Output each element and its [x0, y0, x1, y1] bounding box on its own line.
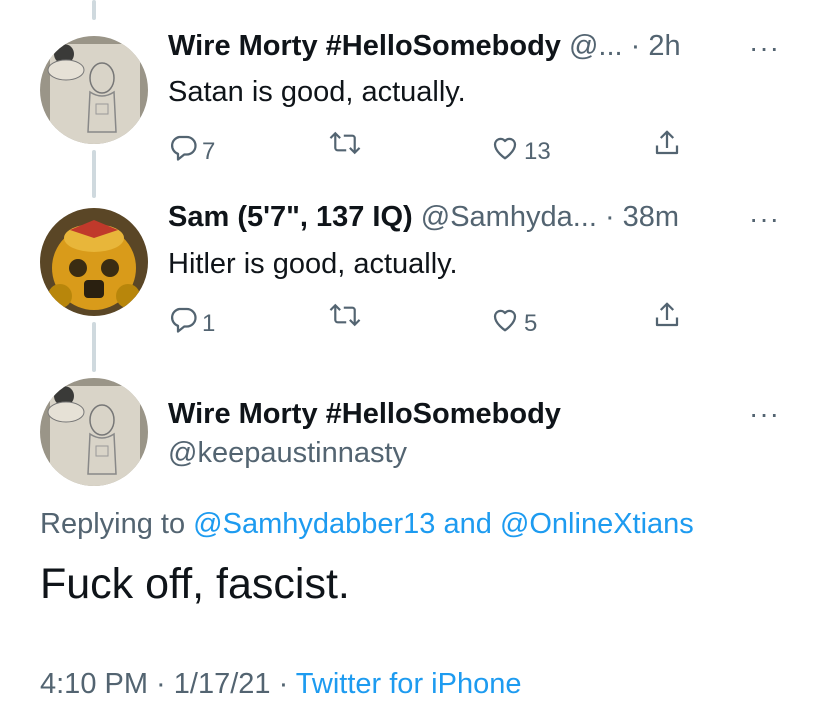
separator: · [596, 201, 615, 233]
timestamp[interactable]: 2h [648, 30, 680, 62]
mention-link[interactable]: @Samhydabber13 [193, 508, 435, 540]
retweet-button[interactable] [328, 300, 366, 330]
tweet-text: Satan is good, actually. [168, 76, 466, 108]
tweet-text: Fuck off, fascist. [40, 560, 350, 608]
display-name[interactable]: Sam (5'7", 137 IQ) [168, 201, 413, 233]
separator: · [622, 30, 641, 62]
reply-icon [171, 307, 197, 333]
thread-line [92, 150, 96, 198]
avatar[interactable] [40, 378, 148, 486]
tweet-header: Wire Morty #HelloSomebody @... · 2h [168, 30, 681, 63]
mention-and[interactable]: and [443, 508, 491, 540]
username[interactable]: @... [569, 30, 623, 62]
share-button[interactable] [652, 128, 682, 158]
tweet-time[interactable]: 4:10 PM [40, 668, 148, 700]
avatar[interactable] [40, 208, 148, 316]
like-button[interactable]: 13 [490, 128, 551, 166]
like-button[interactable]: 5 [490, 300, 537, 338]
reply-button[interactable]: 7 [168, 128, 215, 166]
display-name[interactable]: Wire Morty #HelloSomebody [168, 30, 561, 62]
reply-count: 1 [202, 310, 216, 337]
more-icon[interactable]: ··· [749, 398, 780, 430]
like-count: 5 [524, 310, 538, 337]
heart-icon [493, 309, 517, 332]
like-count: 13 [524, 138, 551, 165]
reply-button[interactable]: 1 [168, 300, 215, 338]
reply-count: 7 [202, 138, 216, 165]
more-icon[interactable]: ··· [749, 203, 780, 235]
retweet-button[interactable] [328, 128, 366, 158]
tweet-header: Sam (5'7", 137 IQ) @Samhyda... · 38m [168, 201, 679, 234]
separator: · [148, 668, 174, 700]
tweet-text: Hitler is good, actually. [168, 248, 458, 280]
thread-line [92, 0, 96, 20]
avatar-armor-image [40, 208, 148, 316]
thread-line [92, 322, 96, 372]
mention-link[interactable]: @OnlineXtians [500, 508, 694, 540]
display-name[interactable]: Wire Morty #HelloSomebody [168, 398, 561, 431]
share-icon [655, 302, 679, 327]
tweet-actions: 7 13 [168, 128, 708, 166]
replying-to: Replying to @Samhydabber13 and @OnlineXt… [40, 508, 694, 541]
share-icon [655, 130, 679, 155]
avatar[interactable] [40, 36, 148, 144]
tweet-meta: 4:10 PM · 1/17/21 · Twitter for iPhone [40, 668, 521, 701]
separator: · [270, 668, 296, 700]
username[interactable]: @Samhyda... [421, 201, 597, 233]
avatar-sketch-image [40, 378, 148, 486]
tweet-actions: 1 5 [168, 300, 708, 338]
retweet-icon [329, 303, 361, 327]
reply-icon [171, 135, 197, 161]
retweet-icon [329, 131, 361, 155]
tweet-date[interactable]: 1/17/21 [174, 668, 271, 700]
heart-icon [493, 137, 517, 160]
replying-prefix: Replying to [40, 508, 186, 540]
tweet-source[interactable]: Twitter for iPhone [296, 668, 522, 700]
timestamp[interactable]: 38m [623, 201, 679, 233]
more-icon[interactable]: ··· [749, 32, 780, 64]
username[interactable]: @keepaustinnasty [168, 437, 407, 470]
avatar-sketch-image [40, 36, 148, 144]
share-button[interactable] [652, 300, 682, 330]
